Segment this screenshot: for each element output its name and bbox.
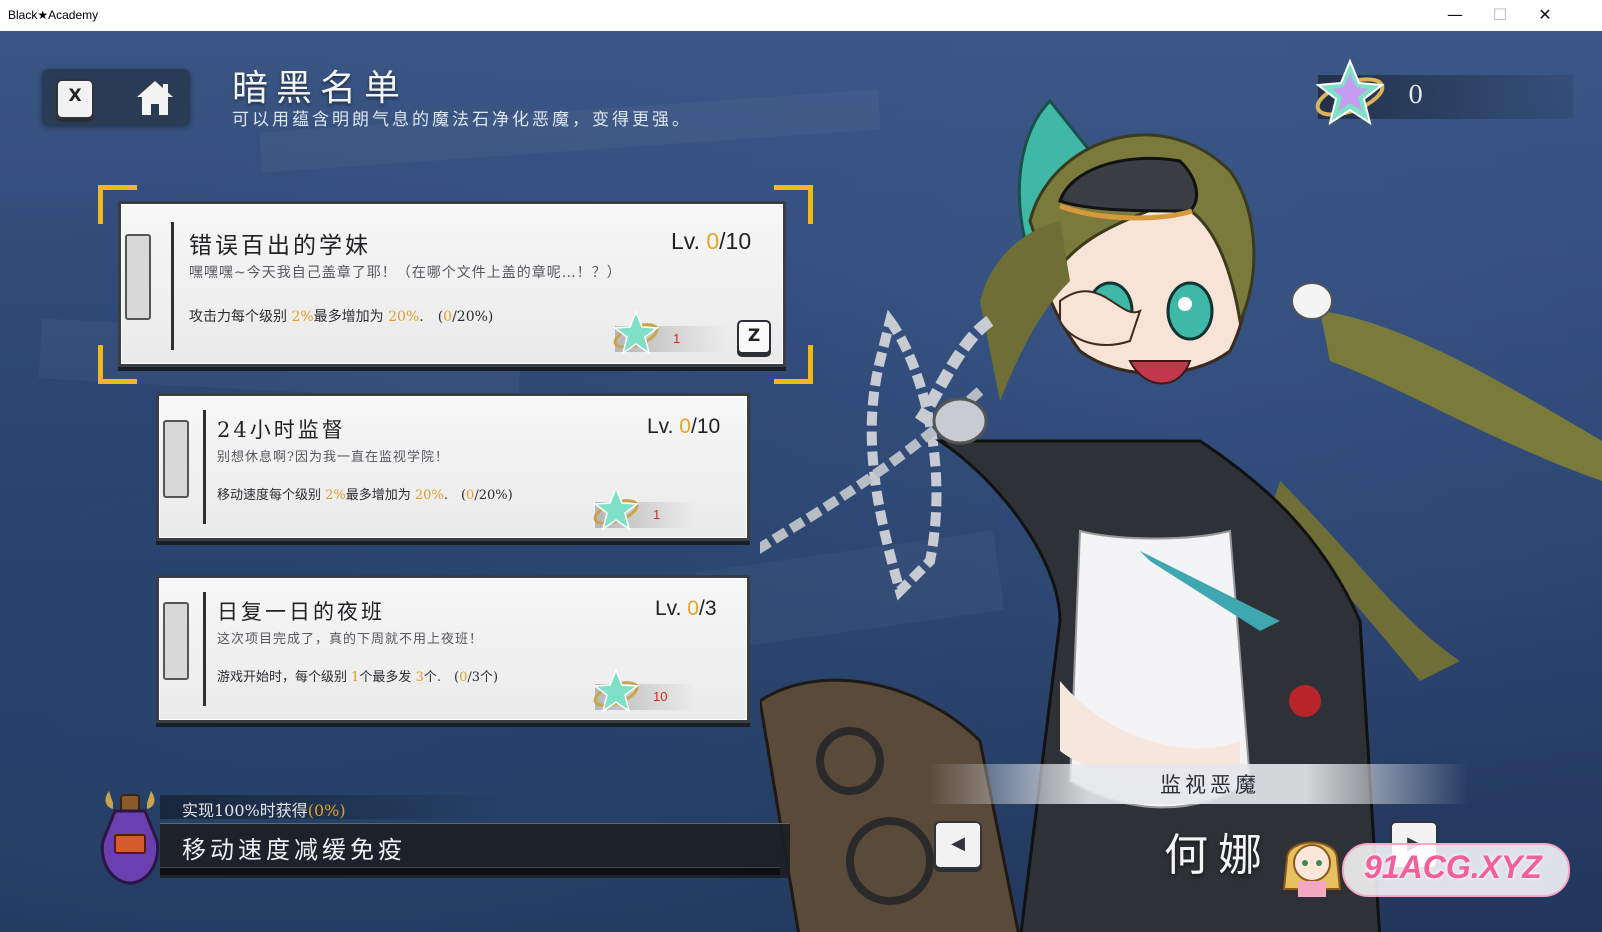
entry-effect: 移动速度每个级别 2%最多增加为 20%. (0/20%) (217, 488, 513, 503)
entry-description: 这次项目完成了，真的下周就不用上夜班！ (217, 632, 484, 647)
close-key-button[interactable]: X (56, 79, 94, 119)
arrow-left-icon: ◀ (951, 833, 965, 854)
blacklist-entry[interactable]: 错误百出的学妹 Lv. 0/10 嘿嘿嘿~今天我自己盖章了耶！（在哪个文件上盖的… (118, 201, 786, 367)
magic-stone-icon (592, 485, 640, 531)
home-icon[interactable] (134, 77, 176, 119)
entry-level: Lv. 0/10 (647, 415, 721, 438)
entry-name: 错误百出的学妹 (189, 233, 371, 259)
magic-stone-icon (592, 667, 640, 713)
chibi-mascot-icon (1282, 841, 1342, 897)
blacklist-entry[interactable]: 日复一日的夜班 Lv. 0/3 这次项目完成了，真的下周就不用上夜班！ 游戏开始… (156, 575, 750, 723)
cost-value: 10 (653, 689, 668, 704)
demon-label: 监视恶魔 (1160, 773, 1260, 797)
clip-icon (125, 234, 151, 320)
window-titlebar: Black★Academy — ☐ ✕ (0, 0, 1602, 32)
entry-description: 嘿嘿嘿~今天我自己盖章了耶！（在哪个文件上盖的章呢…！？） (189, 265, 622, 281)
maximize-button[interactable]: ☐ (1477, 0, 1523, 31)
entry-level: Lv. 0/10 (671, 228, 752, 254)
entry-name: 24小时监督 (217, 418, 346, 442)
game-scene: X 暗黑名单 可以用蕴含明朗气息的魔法石净化恶魔，变得更强。 0 错误百出的学妹… (0, 31, 1602, 932)
z-key-button[interactable]: Z (737, 320, 771, 354)
entry-effect: 游戏开始时，每个级别 1个最多发 3个. (0/3个) (217, 670, 499, 685)
watermark: 91ACG.XYZ (1272, 829, 1572, 899)
minimize-button[interactable]: — (1432, 0, 1478, 31)
entry-name: 日复一日的夜班 (217, 600, 385, 624)
upgrade-cost: 1 (612, 309, 725, 355)
reward-text: 移动速度减缓免疫 (182, 836, 406, 864)
prev-demon-button[interactable]: ◀ (934, 821, 982, 869)
entry-level: Lv. 0/3 (655, 597, 717, 620)
upgrade-cost: 10 (592, 667, 695, 713)
demon-name: 何娜 (1164, 830, 1272, 881)
reward-condition: 实现100%时获得(0%) (182, 801, 346, 820)
clip-icon (163, 420, 189, 498)
top-button-panel: X (42, 69, 190, 125)
entry-description: 别想休息啊?因为我一直在监视学院！ (217, 450, 449, 465)
magic-stone-icon (612, 309, 660, 355)
clip-icon (163, 602, 189, 680)
cost-value: 1 (653, 507, 661, 522)
close-window-button[interactable]: ✕ (1522, 0, 1568, 31)
blacklist-entry[interactable]: 24小时监督 Lv. 0/10 别想休息啊?因为我一直在监视学院！ 移动速度每个… (156, 393, 750, 541)
cost-value: 1 (673, 331, 681, 346)
entry-effect: 攻击力每个级别 2%最多增加为 20%. (0/20%) (189, 309, 494, 325)
page-title: 暗黑名单 (232, 68, 409, 109)
reward-progress-bar (160, 867, 780, 875)
upgrade-cost: 1 (592, 485, 695, 531)
potion-icon (95, 781, 165, 891)
page-subtitle: 可以用蕴含明朗气息的魔法石净化恶魔，变得更强。 (232, 110, 692, 130)
window-title: Black★Academy (8, 8, 99, 22)
